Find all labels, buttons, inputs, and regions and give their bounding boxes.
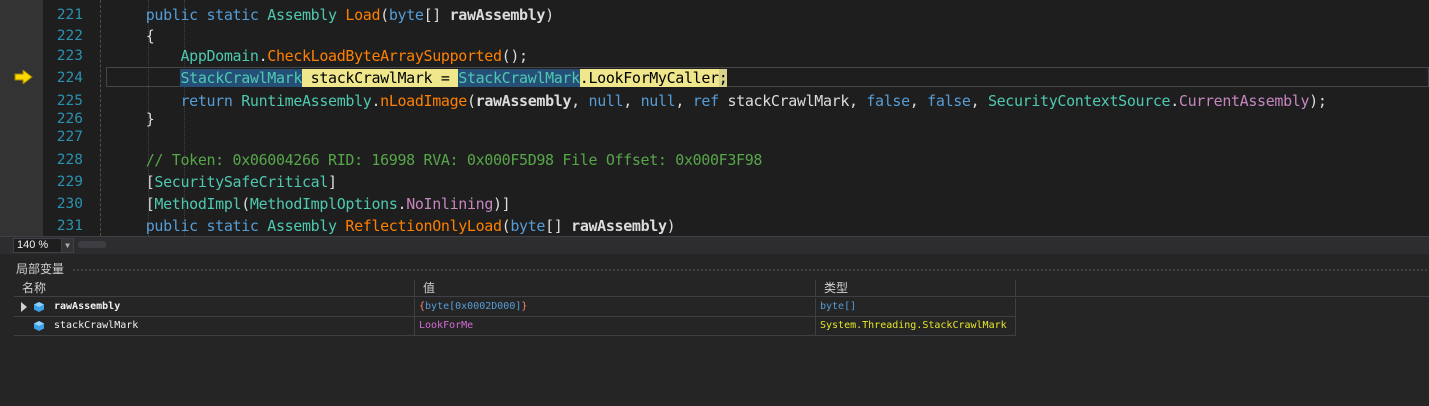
code-text: { [111,25,155,47]
type-cell: System.Threading.StackCrawlMark [816,317,1016,335]
code-token: byte [388,6,424,24]
code-token: ReflectionOnlyLoad [345,217,502,235]
line-number: 230 [56,196,83,212]
code-token: NoInlining [406,195,493,213]
chevron-down-icon[interactable]: ▼ [61,238,74,253]
code-token: public [145,6,207,24]
variable-name: stackCrawlMark [54,320,139,331]
editor-status-bar: 140 % ▼ [0,236,1429,254]
code-token: SecuritySafeCritical [154,173,329,191]
code-line[interactable]: 229 [SecuritySafeCritical] [0,171,1429,193]
locals-window: 局部变量 名称 值 类型 rawAssembly {byte[0x0002D00… [0,255,1429,406]
local-variable-cube-icon [34,321,44,331]
panel-grip[interactable] [72,268,1428,272]
code-token: static [206,217,268,235]
zoom-level-input[interactable]: 140 % [13,238,62,253]
column-header-filler [1016,280,1429,297]
current-statement-highlight: stackCrawlMark = [302,69,459,87]
current-statement-highlight: LookForMyCaller [588,69,719,87]
code-text: [MethodImpl(MethodImplOptions.NoInlining… [111,193,511,215]
code-text: // Token: 0x06004266 RID: 16998 RVA: 0x0… [111,149,763,171]
code-token: ( [380,6,389,24]
name-cell: stackCrawlMark [14,317,415,335]
expand-arrow-icon[interactable] [21,302,27,312]
line-number: 222 [56,28,83,44]
code-token: [] [545,217,572,235]
code-token: static [206,6,268,24]
table-row[interactable]: stackCrawlMark LookForMe System.Threadin… [14,317,1016,336]
line-number: 227 [56,129,83,145]
value-cell[interactable]: {byte[0x0002D000]} [415,298,816,316]
code-text: StackCrawlMark stackCrawlMark = StackCra… [111,67,728,89]
code-text: [SecuritySafeCritical] [111,171,337,193]
value-brace: } [521,301,528,312]
local-variable-cube-icon [34,302,44,312]
code-token: // Token: 0x06004266 RID: 16998 RVA: 0x0… [145,151,763,169]
code-token: (); [501,47,528,65]
code-token: Assembly [267,217,346,235]
code-line[interactable]: 224 StackCrawlMark stackCrawlMark = Stac… [0,67,1429,89]
name-cell: rawAssembly [14,298,415,316]
value-text: byte[0x0002D000] [425,301,522,312]
column-header-value[interactable]: 值 [415,280,816,297]
code-token: rawAssembly [571,217,667,235]
locals-window-title: 局部变量 [16,262,65,276]
code-token: CheckLoadByteArraySupported [267,47,502,65]
line-number: 231 [56,218,83,234]
type-reference-highlight: StackCrawlMark [180,69,302,87]
code-token: public [145,217,207,235]
code-text: AppDomain.CheckLoadByteArraySupported(); [111,45,528,67]
code-line[interactable]: 228 // Token: 0x06004266 RID: 16998 RVA:… [0,149,1429,171]
code-line[interactable]: 227 [0,126,1429,148]
line-number: 221 [56,7,83,23]
code-token: { [145,27,155,45]
code-token: ( [241,195,250,213]
code-token: MethodImpl [154,195,242,213]
code-token: ) [545,6,554,24]
column-header-type[interactable]: 类型 [816,280,1016,297]
variable-name: rawAssembly [54,301,121,312]
code-token: MethodImplOptions [249,195,398,213]
code-line[interactable]: 231 public static Assembly ReflectionOnl… [0,215,1429,236]
code-editor[interactable]: 221 public static Assembly Load(byte[] r… [0,0,1429,236]
code-token: ] [328,173,337,191]
code-line[interactable]: 223 AppDomain.CheckLoadByteArraySupporte… [0,45,1429,67]
code-token: . [258,47,268,65]
code-token: Assembly [267,6,346,24]
code-token: [] [423,6,450,24]
code-token: ) [666,217,676,235]
code-text: public static Assembly Load(byte[] rawAs… [111,4,554,26]
code-token: )] [493,195,511,213]
code-token: AppDomain [145,47,259,65]
code-line[interactable]: 221 public static Assembly Load(byte[] r… [0,4,1429,26]
code-token: . [397,195,407,213]
code-text: public static Assembly ReflectionOnlyLoa… [111,215,676,236]
line-number: 223 [56,48,83,64]
type-cell: byte[] [816,298,1016,316]
code-token: byte [510,217,546,235]
line-number: 224 [56,70,83,86]
code-line[interactable]: 222 { [0,25,1429,47]
value-cell[interactable]: LookForMe [415,317,816,335]
code-token: Load [345,6,381,24]
current-statement-highlight: ; [718,69,728,87]
code-token: rawAssembly [449,6,546,24]
horizontal-scrollbar[interactable] [78,241,106,248]
code-line[interactable]: 230 [MethodImpl(MethodImplOptions.NoInli… [0,193,1429,215]
locals-grid: 名称 值 类型 rawAssembly {byte[0x0002D000]} b… [14,280,1429,406]
line-number: 229 [56,174,83,190]
type-reference-highlight: StackCrawlMark [458,69,580,87]
column-header-name[interactable]: 名称 [14,280,415,297]
line-number: 228 [56,152,83,168]
table-row[interactable]: rawAssembly {byte[0x0002D000]} byte[] [14,298,1016,317]
